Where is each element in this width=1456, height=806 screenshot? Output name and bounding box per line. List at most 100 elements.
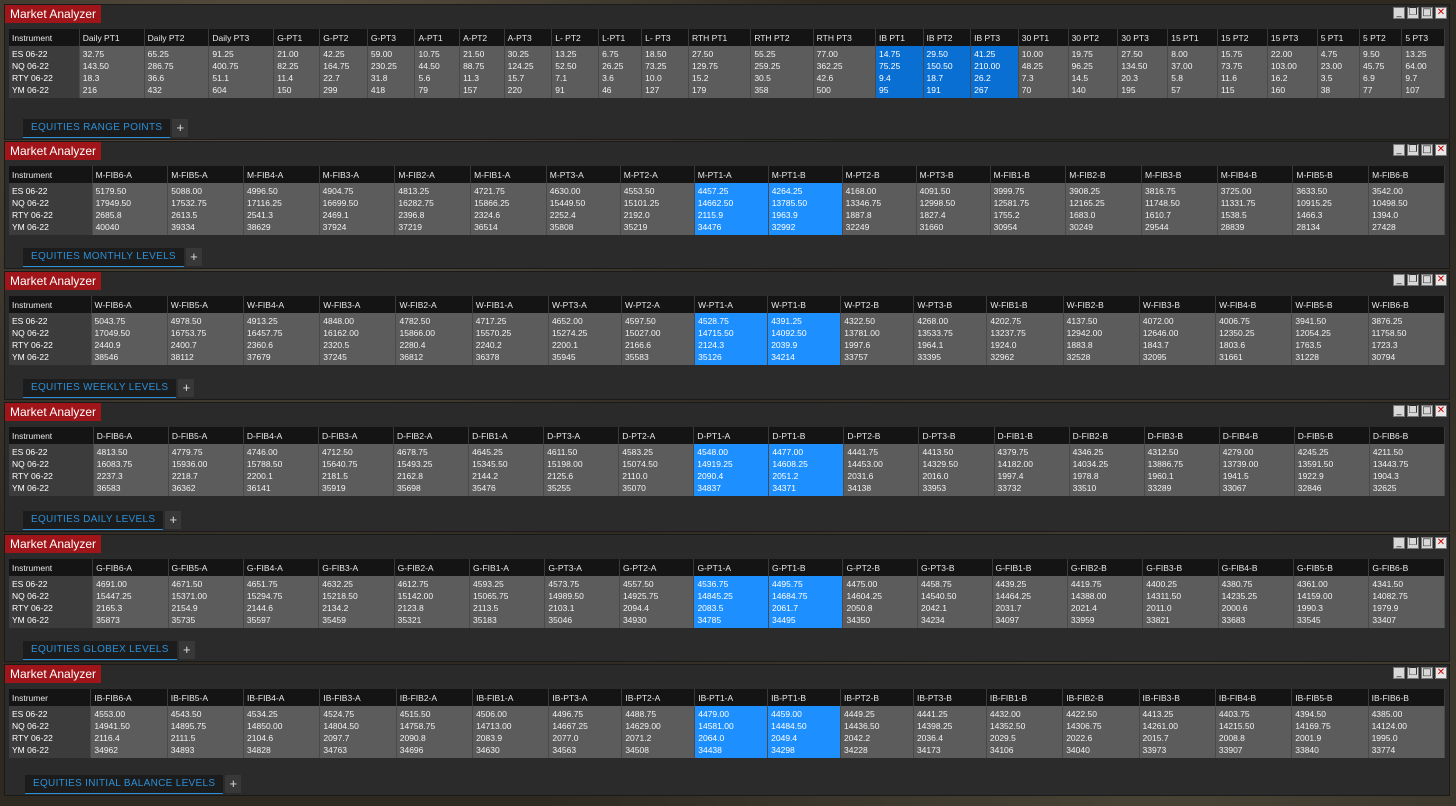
value-cell[interactable]: 124.25 [504, 60, 553, 72]
table-row[interactable]: ES 06-22 4553.00 4543.50 4534.25 4524.75 4515… [9, 706, 1446, 720]
value-cell[interactable]: 35459 [318, 614, 395, 628]
value-cell[interactable]: 2061.7 [768, 602, 844, 614]
column-header[interactable]: G-FIB2-A [394, 559, 471, 576]
column-header[interactable]: G-PT3-B [917, 559, 993, 576]
value-cell[interactable]: 38546 [91, 351, 168, 365]
value-cell[interactable]: 32846 [1294, 482, 1370, 496]
column-header[interactable]: M-PT3-A [546, 166, 621, 183]
value-cell[interactable]: 10.0 [641, 72, 689, 84]
value-cell[interactable]: 4458.75 [917, 576, 993, 590]
value-cell[interactable]: 2165.3 [92, 602, 169, 614]
column-header[interactable]: W-FIB1-A [472, 296, 549, 313]
tab-active[interactable]: EQUITIES GLOBEX LEVELS [23, 641, 177, 660]
value-cell[interactable]: 34495 [768, 614, 844, 628]
table-row[interactable]: NQ 06-22 15447.25 15371.00 15294.75 15218.50… [9, 590, 1445, 602]
value-cell[interactable]: 12350.25 [1215, 327, 1293, 339]
value-cell[interactable]: 34214 [767, 351, 842, 365]
value-cell[interactable]: 4394.50 [1291, 706, 1369, 720]
value-cell[interactable]: 37245 [319, 351, 397, 365]
column-header[interactable]: G-PT2-B [842, 559, 918, 576]
value-cell[interactable]: 31.8 [367, 72, 416, 84]
value-cell[interactable]: 4913.25 [243, 313, 321, 327]
table-row[interactable]: ES 06-22 4691.00 4671.50 4651.75 4632.25 4612… [9, 576, 1445, 590]
value-cell[interactable]: 73.25 [641, 60, 689, 72]
value-cell[interactable]: 1979.9 [1368, 602, 1445, 614]
value-cell[interactable]: 34438 [694, 744, 769, 758]
column-header[interactable]: M-PT2-A [620, 166, 695, 183]
value-cell[interactable]: 2008.8 [1215, 732, 1293, 744]
column-header[interactable]: IB PT2 [923, 29, 972, 46]
value-cell[interactable]: 4996.50 [243, 183, 320, 197]
value-cell[interactable]: 51.1 [208, 72, 275, 84]
value-cell[interactable]: 14464.25 [992, 590, 1068, 602]
value-cell[interactable]: 55.25 [750, 46, 814, 60]
value-cell[interactable]: 4746.00 [243, 444, 319, 458]
value-cell[interactable]: 2469.1 [319, 209, 396, 221]
value-cell[interactable]: 14989.50 [544, 590, 620, 602]
value-cell[interactable]: 4671.50 [168, 576, 244, 590]
value-cell[interactable]: 1922.9 [1294, 470, 1370, 482]
value-cell[interactable]: 33821 [1142, 614, 1219, 628]
value-cell[interactable]: 15027.00 [621, 327, 696, 339]
value-cell[interactable]: 1963.9 [768, 209, 843, 221]
instrument-cell[interactable]: ES 06-22 [9, 444, 94, 458]
instrument-cell[interactable]: NQ 06-22 [9, 458, 94, 470]
value-cell[interactable]: 14235.25 [1218, 590, 1295, 602]
table-row[interactable]: YM 06-22 35873 35735 35597 35459 35321 35183 35… [9, 614, 1445, 628]
column-header[interactable]: G-PT1-B [768, 559, 844, 576]
instrument-cell[interactable]: RTY 06-22 [9, 339, 92, 351]
value-cell[interactable]: 5088.00 [167, 183, 244, 197]
value-cell[interactable]: 2001.9 [1291, 732, 1369, 744]
value-cell[interactable]: 1723.3 [1368, 339, 1446, 351]
value-cell[interactable]: 299 [319, 84, 368, 98]
column-header[interactable]: G-FIB5-B [1293, 559, 1370, 576]
window-titlebar[interactable]: Market Analyzer _ ❐ □ ✕ [5, 5, 1449, 23]
value-cell[interactable]: 57 [1167, 84, 1219, 98]
value-cell[interactable]: 103.00 [1267, 60, 1318, 72]
value-cell[interactable]: 14667.25 [548, 720, 623, 732]
column-header[interactable]: G-PT3 [367, 29, 416, 46]
value-cell[interactable]: 2166.6 [621, 339, 696, 351]
value-cell[interactable]: 418 [367, 84, 416, 98]
value-cell[interactable]: 1995.0 [1368, 732, 1446, 744]
value-cell[interactable]: 12998.50 [916, 197, 991, 209]
value-cell[interactable]: 2200.1 [548, 339, 623, 351]
minimize-icon[interactable]: _ [1393, 667, 1405, 679]
value-cell[interactable]: 15449.50 [546, 197, 621, 209]
value-cell[interactable]: 4457.25 [694, 183, 769, 197]
value-cell[interactable]: 107 [1401, 84, 1445, 98]
table-row[interactable]: ES 06-22 4813.50 4779.75 4746.00 4712.50 4678… [9, 444, 1446, 458]
column-header[interactable]: IB-PT2-A [621, 689, 696, 706]
column-header[interactable]: G-PT2-A [619, 559, 695, 576]
value-cell[interactable]: 34893 [167, 744, 245, 758]
value-cell[interactable]: 34696 [396, 744, 474, 758]
table-row[interactable]: RTY 06-22 18.3 36.6 51.1 11.4 22.7 31.8 5.6 11.3… [9, 72, 1445, 84]
column-header[interactable]: L- PT3 [641, 29, 689, 46]
column-header[interactable]: D-FIB2-A [393, 427, 470, 444]
value-cell[interactable]: 35476 [468, 482, 545, 496]
column-header[interactable]: M-PT2-B [842, 166, 917, 183]
value-cell[interactable]: 70 [1018, 84, 1069, 98]
value-cell[interactable]: 77 [1359, 84, 1403, 98]
value-cell[interactable]: 2104.6 [243, 732, 321, 744]
value-cell[interactable]: 14845.25 [693, 590, 769, 602]
value-cell[interactable]: 4978.50 [167, 313, 245, 327]
add-tab-icon[interactable]: + [165, 511, 182, 529]
restore-icon[interactable]: ❐ [1407, 144, 1419, 156]
value-cell[interactable]: 40040 [92, 221, 169, 235]
column-header[interactable]: M-FIB5-A [167, 166, 244, 183]
column-header[interactable]: M-FIB3-B [1141, 166, 1218, 183]
value-cell[interactable]: 2541.3 [243, 209, 320, 221]
value-cell[interactable]: 195 [1117, 84, 1169, 98]
value-cell[interactable]: 16162.00 [319, 327, 397, 339]
column-header[interactable]: 5 PT1 [1317, 29, 1361, 46]
maximize-icon[interactable]: □ [1421, 7, 1433, 19]
value-cell[interactable]: 34228 [840, 744, 914, 758]
value-cell[interactable]: 2022.6 [1062, 732, 1140, 744]
value-cell[interactable]: 4477.00 [768, 444, 845, 458]
value-cell[interactable]: 140 [1068, 84, 1119, 98]
column-header[interactable]: W-FIB6-B [1368, 296, 1446, 313]
minimize-icon[interactable]: _ [1393, 144, 1405, 156]
column-header[interactable]: Instrumer [9, 689, 92, 706]
value-cell[interactable]: 127 [641, 84, 689, 98]
